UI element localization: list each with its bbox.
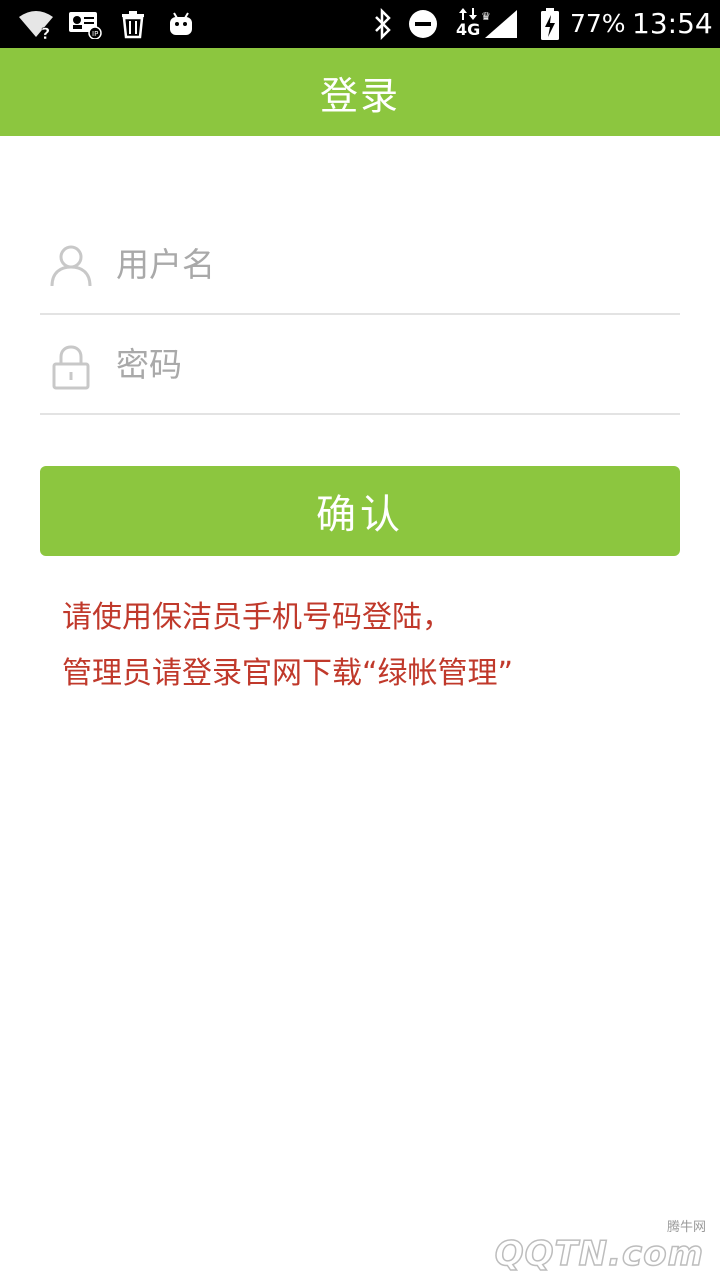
trash-icon — [116, 0, 150, 48]
android-icon — [164, 0, 198, 48]
signal-icon: ♛ — [480, 0, 520, 48]
password-row — [40, 316, 680, 415]
notice-line-2: 管理员请登录官网下载“绿帐管理” — [62, 656, 514, 691]
username-row — [40, 216, 680, 315]
notice-line-1: 请使用保洁员手机号码登陆， — [62, 600, 452, 635]
wifi-unknown-icon: ? — [16, 0, 56, 48]
svg-text:?: ? — [41, 24, 50, 39]
lock-icon — [48, 344, 94, 390]
password-input[interactable] — [116, 316, 676, 413]
watermark: 腾牛网 QQTN.com — [494, 1214, 710, 1275]
battery-percent: 77% — [570, 9, 626, 38]
data-arrows-icon — [456, 0, 482, 38]
login-notice: 请使用保洁员手机号码登陆， 管理员请登录官网下载“绿帐管理” — [62, 590, 682, 702]
app-bar: 登录 — [0, 48, 720, 136]
status-bar: ? IP 4G ♛ 77% 13:54 — [0, 0, 720, 48]
bluetooth-icon — [370, 0, 396, 48]
username-input[interactable] — [116, 216, 676, 313]
watermark-site: 腾牛网 — [666, 1220, 706, 1235]
svg-text:♛: ♛ — [481, 10, 491, 23]
do-not-disturb-icon — [406, 0, 440, 48]
user-icon — [48, 242, 94, 288]
watermark-brand: QQTN.com — [494, 1233, 704, 1275]
confirm-button[interactable]: 确认 — [40, 466, 680, 556]
clock: 13:54 — [632, 7, 713, 40]
contact-card-icon: IP — [66, 0, 104, 48]
page-title: 登录 — [319, 73, 400, 118]
battery-charging-icon — [536, 0, 564, 48]
svg-text:IP: IP — [92, 30, 98, 38]
